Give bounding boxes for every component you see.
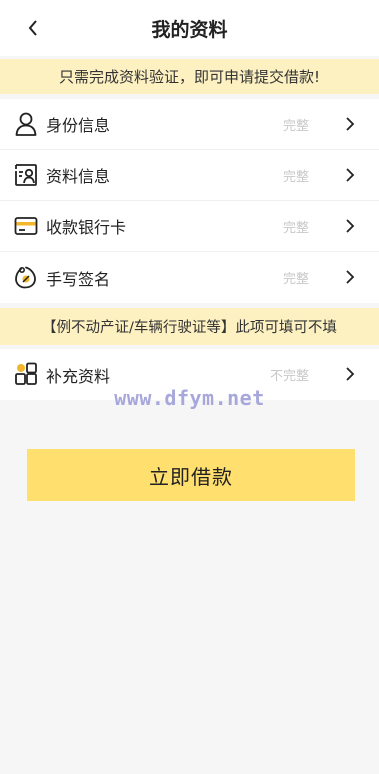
- watermark: www.dfym.net: [114, 386, 265, 410]
- chevron-left-icon: [28, 20, 37, 36]
- list-item-signature[interactable]: 手写签名 完整: [0, 252, 379, 303]
- status-text: 完整: [282, 272, 309, 287]
- chevron-right-icon: [346, 219, 355, 233]
- blocks-icon: [14, 362, 38, 386]
- list-item-bank-card[interactable]: 收款银行卡 完整: [0, 201, 379, 252]
- page-title: 我的资料: [151, 18, 228, 41]
- chevron-right-icon: [346, 367, 355, 381]
- back-button[interactable]: [22, 16, 44, 40]
- chevron-right-icon: [346, 117, 355, 131]
- list-item-label: 收款银行卡: [46, 218, 127, 237]
- profile-list: 身份信息 完整 资料信息 完整 收款银行卡 完整 手写签名 完整: [0, 99, 379, 303]
- optional-notice: 【例不动产证/车辆行驶证等】此项可填可不填: [0, 308, 379, 345]
- list-item-label: 补充资料: [46, 366, 111, 386]
- chevron-right-icon: [346, 168, 355, 182]
- verification-notice: 只需完成资料验证，即可申请提交借款!: [0, 59, 379, 94]
- list-item-label: 身份信息: [46, 116, 111, 135]
- bank-card-icon: [14, 214, 38, 238]
- top-bar: 我的资料: [0, 0, 379, 56]
- apply-loan-button[interactable]: 立即借款: [27, 449, 355, 501]
- signature-icon: [14, 265, 38, 289]
- status-text: 不完整: [269, 369, 309, 384]
- chevron-right-icon: [346, 270, 355, 284]
- status-text: 完整: [282, 118, 309, 134]
- list-item-label: 资料信息: [46, 167, 111, 186]
- list-item-label: 手写签名: [46, 269, 111, 289]
- person-icon: [14, 112, 38, 136]
- list-item-identity[interactable]: 身份信息 完整: [0, 99, 379, 150]
- status-text: 完整: [282, 169, 309, 185]
- profile-card-icon: [14, 163, 38, 187]
- list-item-profile[interactable]: 资料信息 完整: [0, 150, 379, 201]
- status-text: 完整: [282, 220, 309, 236]
